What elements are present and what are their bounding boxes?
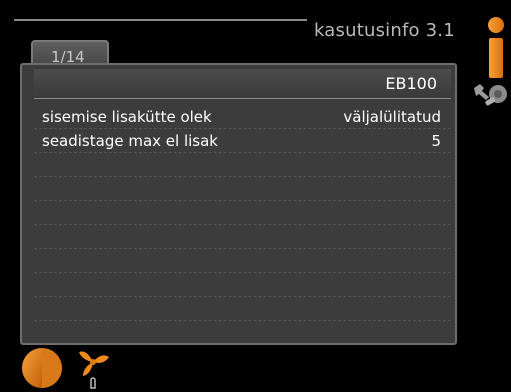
panel-heading: EB100 [385, 74, 437, 93]
list-item[interactable]: sisemise lisakütte olek väljalülitatud [34, 105, 451, 129]
info-panel: EB100 sisemise lisakütte olek väljalülit… [20, 63, 457, 345]
row-value: väljalülitatud [343, 108, 441, 126]
row-label: seadistage max el lisak [42, 132, 218, 150]
list-item[interactable]: seadistage max el lisak 5 [34, 129, 451, 153]
list-item [34, 177, 451, 201]
title-divider [14, 19, 307, 21]
half-circle-icon[interactable] [20, 346, 64, 390]
info-icon[interactable] [485, 16, 507, 80]
list-item [34, 225, 451, 249]
info-list: sisemise lisakütte olek väljalülitatud s… [34, 105, 451, 344]
list-item [34, 321, 451, 344]
fan-icon[interactable] [73, 346, 113, 392]
row-label: sisemise lisakütte olek [42, 108, 212, 126]
list-item [34, 249, 451, 273]
tools-icon[interactable] [471, 82, 511, 110]
page-title: kasutusinfo 3.1 [314, 20, 455, 41]
list-item [34, 153, 451, 177]
list-item [34, 201, 451, 225]
row-value: 5 [431, 132, 441, 150]
list-item [34, 273, 451, 297]
list-item [34, 297, 451, 321]
panel-header: EB100 [34, 69, 451, 99]
